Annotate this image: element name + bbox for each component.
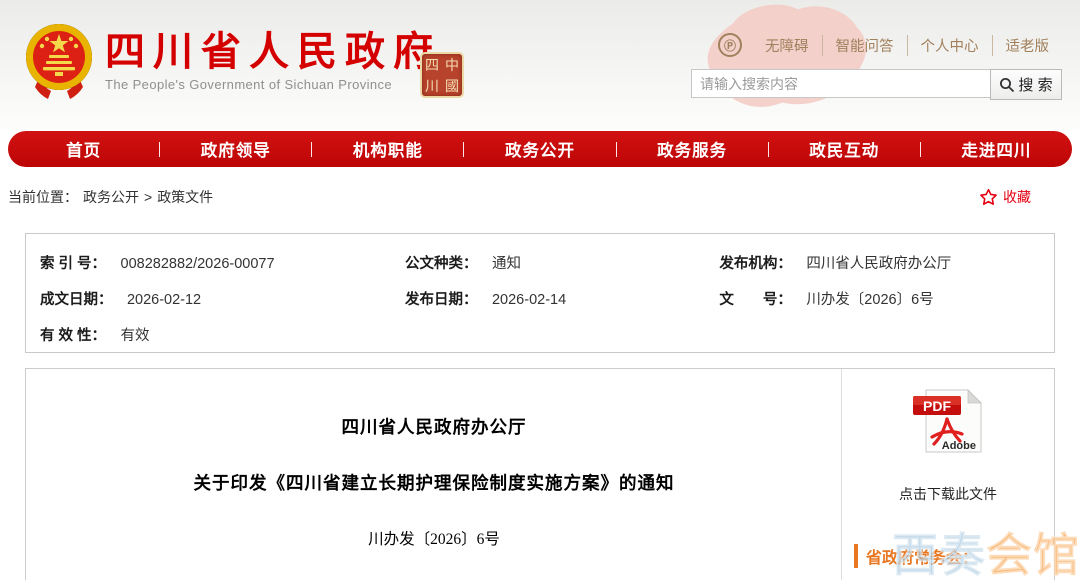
document-content: 四川省人民政府办公厅 关于印发《四川省建立长期护理保险制度实施方案》的通知 川办… — [25, 368, 1055, 580]
seal-char: 四 — [425, 56, 439, 73]
favorite-button[interactable]: 收藏 — [979, 187, 1031, 207]
pdf-brand-label: Adobe — [942, 440, 976, 452]
search-button[interactable]: 搜 索 — [990, 69, 1062, 100]
doc-info-row: 索 引 号： 008282882/2026-00077 公文种类： 通知 发布机… — [40, 244, 1054, 280]
search-bar: 搜 索 — [691, 69, 1062, 100]
nav-item-home[interactable]: 首页 — [8, 137, 159, 161]
nav-item-interaction[interactable]: 政民互动 — [769, 137, 920, 161]
search-icon — [1000, 77, 1015, 92]
nav-item-leaders[interactable]: 政府领导 — [160, 137, 311, 161]
seal-char: 國 — [445, 77, 459, 94]
search-input[interactable] — [691, 69, 991, 98]
doc-field-validity: 有 效 性： 有效 — [40, 327, 150, 344]
breadcrumb-item-policy-docs[interactable]: 政策文件 — [157, 187, 213, 207]
breadcrumb-separator: > — [144, 189, 153, 205]
search-button-label: 搜 索 — [1018, 77, 1053, 94]
breadcrumb: 当前位置： 政务公开 > 政策文件 — [8, 187, 213, 207]
pdf-badge-label: PDF — [923, 398, 951, 414]
doc-info-table: 索 引 号： 008282882/2026-00077 公文种类： 通知 发布机… — [25, 233, 1055, 353]
content-sidebar: PDF Adobe 点击下载此文件 省政府常务会： ·四川省人民政府第65次常务… — [841, 369, 1054, 580]
doc-info-row: 成文日期： 2026-02-12 发布日期： 2026-02-14 文 号： 川… — [40, 280, 1054, 316]
site-logo-link[interactable]: 四川省人民政府 The People's Government of Sichu… — [105, 30, 441, 92]
site-header: 四川省人民政府 The People's Government of Sichu… — [0, 0, 1080, 130]
sichuan-map-silhouette — [707, 4, 867, 107]
link-smart-qa[interactable]: 智能问答 — [821, 34, 907, 56]
doc-field-doc-number: 文 号： 川办发〔2026〕6号 — [719, 291, 934, 308]
seal-char: 川 — [425, 77, 439, 94]
main-nav: 首页 政府领导 机构职能 政务公开 政务服务 政民互动 走进四川 — [8, 131, 1072, 167]
article-issuing-org: 四川省人民政府办公厅 — [341, 417, 527, 437]
doc-field-issuing-org: 发布机构： 四川省人民政府办公厅 — [719, 255, 952, 272]
exec-meeting-heading: 省政府常务会： — [854, 544, 1054, 568]
site-title: 四川省人民政府 — [105, 30, 441, 74]
download-file-label[interactable]: 点击下载此文件 — [842, 484, 1054, 504]
breadcrumb-bar: 当前位置： 政务公开 > 政策文件 收藏 — [8, 184, 1066, 210]
page: 四川省人民政府 The People's Government of Sichu… — [0, 0, 1080, 580]
pdf-download-link[interactable]: PDF Adobe — [910, 387, 986, 460]
breadcrumb-item-open-gov[interactable]: 政务公开 — [83, 187, 139, 207]
quick-links: Ⓟ 无障碍 智能问答 个人中心 适老版 — [718, 33, 1062, 57]
doc-field-publish-date: 发布日期： 2026-02-14 — [405, 291, 567, 308]
nav-item-about-sichuan[interactable]: 走进四川 — [921, 137, 1072, 161]
seal-char: 中 — [445, 56, 459, 73]
china-sichuan-seal: 四 中 川 國 — [420, 52, 464, 98]
nav-item-open-gov[interactable]: 政务公开 — [464, 137, 615, 161]
doc-field-doc-type: 公文种类： 通知 — [405, 255, 521, 272]
nav-item-functions[interactable]: 机构职能 — [312, 137, 463, 161]
article-doc-number: 川办发〔2026〕6号 — [368, 531, 500, 548]
breadcrumb-label: 当前位置： — [8, 189, 78, 205]
link-elderly-version[interactable]: 适老版 — [991, 34, 1063, 56]
article-title: 关于印发《四川省建立长期护理保险制度实施方案》的通知 — [193, 473, 675, 493]
doc-field-index-no: 索 引 号： 008282882/2026-00077 — [40, 255, 275, 272]
link-personal-center[interactable]: 个人中心 — [906, 34, 992, 56]
national-emblem-logo — [26, 24, 92, 99]
favorite-label: 收藏 — [1003, 189, 1031, 205]
pdf-file-icon: PDF Adobe — [913, 389, 982, 453]
star-icon — [980, 188, 997, 205]
doc-field-written-date: 成文日期： 2026-02-12 — [40, 291, 202, 308]
nav-item-services[interactable]: 政务服务 — [617, 137, 768, 161]
article-body: 四川省人民政府办公厅 关于印发《四川省建立长期护理保险制度实施方案》的通知 川办… — [26, 369, 842, 580]
accessibility-icon[interactable]: Ⓟ — [718, 33, 742, 57]
exec-meeting-section: 省政府常务会： ·四川省人民政府第65次常务会议 — [842, 544, 1054, 580]
link-accessibility[interactable]: 无障碍 — [752, 35, 822, 56]
site-subtitle: The People's Government of Sichuan Provi… — [105, 77, 393, 92]
doc-info-row: 有 效 性： 有效 — [40, 316, 1054, 352]
